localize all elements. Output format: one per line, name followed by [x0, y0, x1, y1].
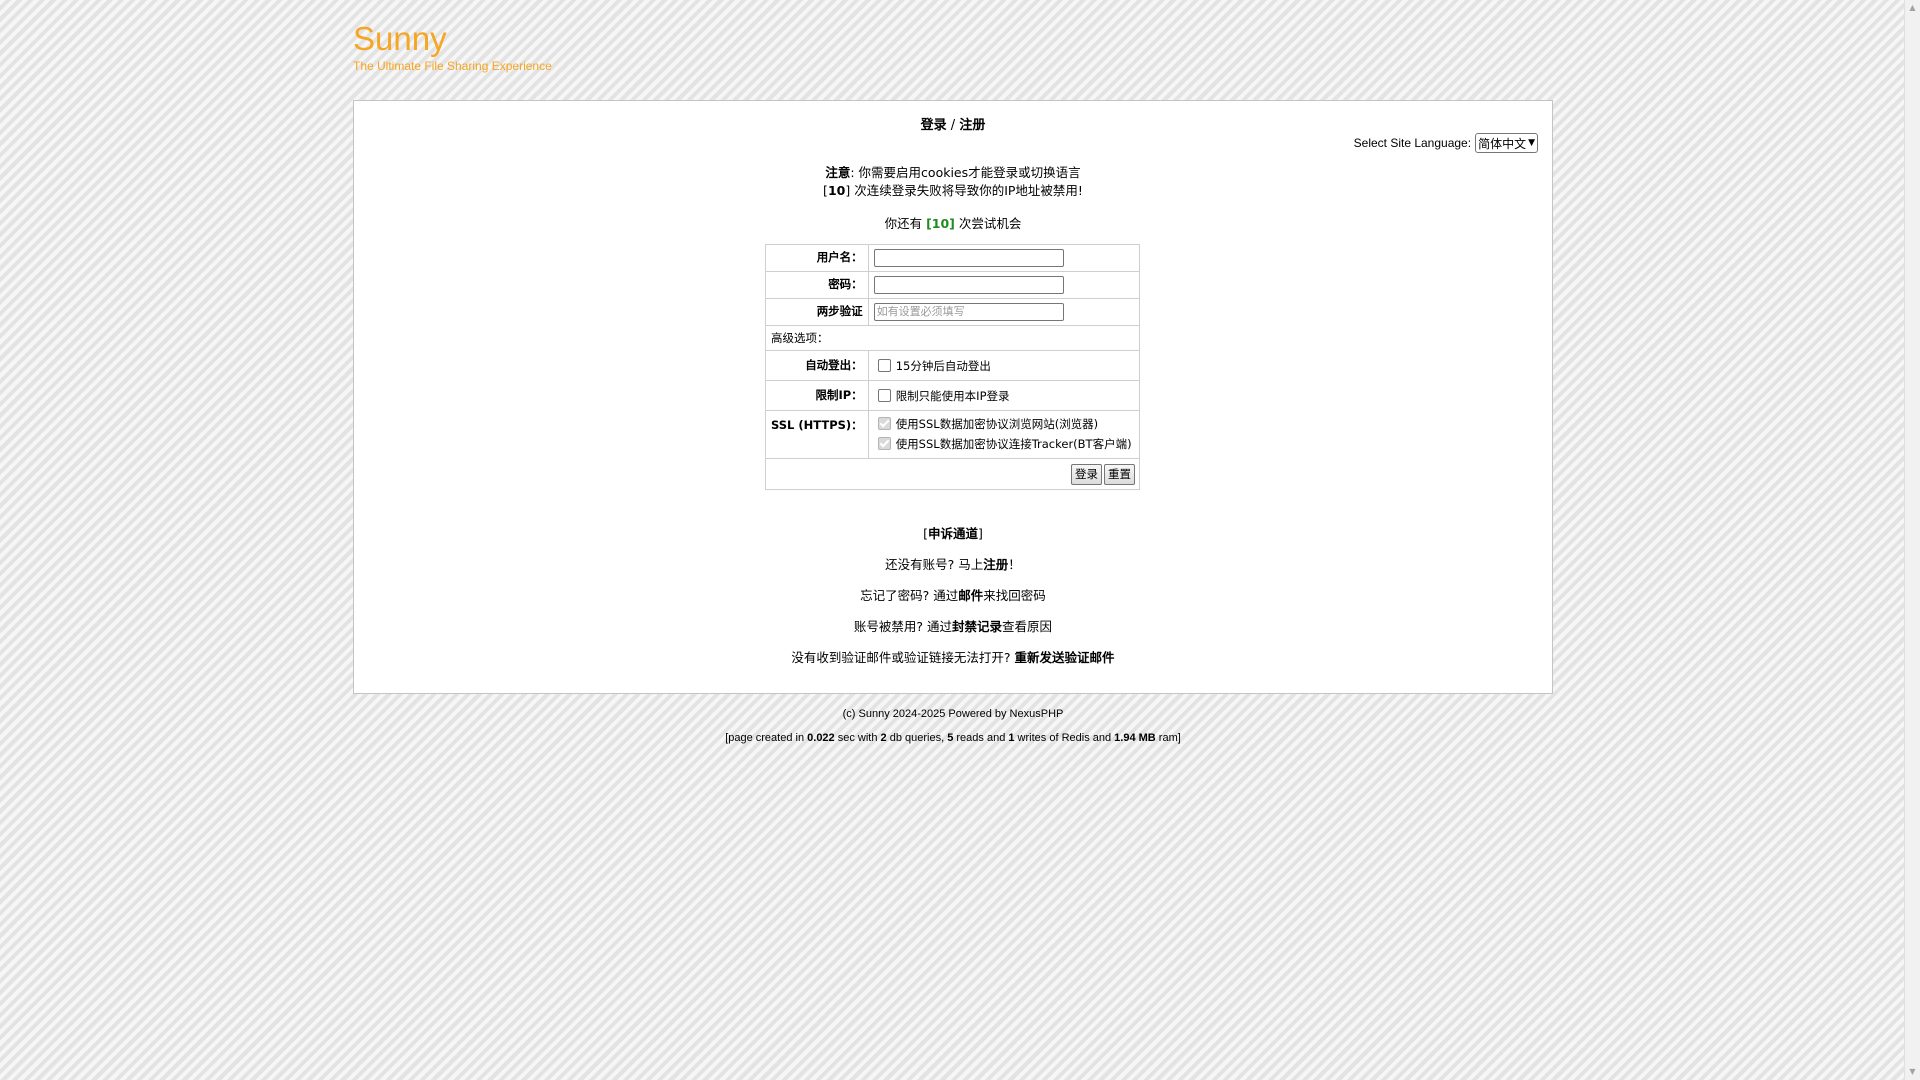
attempts-remaining: 你还有 [10] 次尝试机会	[354, 213, 1552, 232]
password-cell	[867, 271, 1141, 299]
forgot-suffix: 来找回密码	[983, 588, 1046, 603]
advanced-row: 高级选项：	[765, 325, 1140, 351]
forgot-email-link[interactable]: 邮件	[958, 588, 983, 603]
chevron-down-icon: ▼	[1528, 138, 1535, 148]
banned-line: 账号被禁用? 通过封禁记录查看原因	[354, 618, 1552, 636]
resend-email-link[interactable]: 重新发送验证邮件	[1015, 650, 1115, 665]
copyright: (c) Sunny 2024-2025 Powered by NexusPHP	[353, 702, 1553, 726]
ssl-tracker-text: 使用SSL数据加密协议连接Tracker(BT客户端)	[895, 437, 1132, 451]
restrict-ip-cell: 限制只能使用本IP登录	[867, 380, 1141, 411]
site-header: Sunny The Ultimate File Sharing Experien…	[353, 22, 552, 73]
username-label: 用户名：	[765, 244, 869, 272]
login-title: 登录	[920, 118, 947, 133]
appeal-link[interactable]: 申诉通道	[928, 526, 978, 541]
username-cell	[867, 244, 1141, 272]
page-title: 登录 / 注册	[354, 114, 1552, 133]
language-select[interactable]: 简体中文 ▼	[1475, 133, 1538, 153]
vertical-scrollbar[interactable]: ▲ ▼	[1904, 0, 1920, 1080]
no-account-prefix: 还没有账号? 马上	[885, 557, 984, 572]
copyright-text: (c) Sunny 2024-2025 Powered by NexusPHP	[842, 708, 1064, 720]
ssl-browse-text: 使用SSL数据加密协议浏览网站(浏览器)	[895, 417, 1099, 431]
banned-prefix: 账号被禁用? 通过	[853, 619, 953, 634]
stats-t1: sec with	[834, 732, 881, 744]
password-input[interactable]	[873, 276, 1064, 294]
twofa-label: 两步验证	[765, 298, 869, 326]
ssl-tracker-checkbox[interactable]	[877, 437, 891, 450]
forgot-prefix: 忘记了密码? 通过	[860, 588, 959, 603]
stats-t4: writes of Redis and	[1014, 732, 1115, 744]
restrict-ip-label: 限制IP：	[765, 380, 869, 411]
ssl-browse-option: 使用SSL数据加密协议浏览网站(浏览器)	[874, 414, 1134, 435]
language-selected: 简体中文	[1478, 136, 1527, 151]
twofa-cell: 如有设置必须填写	[867, 298, 1141, 326]
remaining-suffix: 次尝试机会	[954, 216, 1022, 231]
register-title: 注册	[959, 118, 986, 133]
forgot-line: 忘记了密码? 通过邮件来找回密码	[354, 587, 1552, 605]
no-account-suffix: ！	[1008, 557, 1021, 572]
login-button[interactable]: 登录	[1071, 464, 1102, 485]
ssl-row: SSL (HTTPS)： 使用SSL数据加密协议浏览网站(浏览器) 使用SSL数…	[765, 410, 1141, 459]
resend-line: 没有收到验证邮件或验证链接无法打开? 重新发送验证邮件	[354, 649, 1552, 667]
fail-count: 10	[827, 183, 846, 198]
button-row: 登录 重置	[765, 458, 1140, 490]
ban-log-link[interactable]: 封禁记录	[952, 619, 1002, 634]
language-label: Select Site Language:	[1353, 136, 1472, 150]
page: Sunny The Ultimate File Sharing Experien…	[0, 0, 1904, 1080]
stats-prefix: [page created in	[725, 732, 808, 744]
register-link[interactable]: 注册	[983, 557, 1008, 572]
cookie-notice: 注意: 你需要启用cookies才能登录或切换语言 [10] 次连续登录失败将导…	[823, 165, 1083, 198]
ssl-tracker-option: 使用SSL数据加密协议连接Tracker(BT客户端)	[874, 434, 1134, 455]
register-line: 还没有账号? 马上注册！	[354, 556, 1552, 574]
reset-button[interactable]: 重置	[1104, 464, 1135, 485]
notice-label: 注意	[825, 165, 851, 180]
restrict-ip-text: 限制只能使用本IP登录	[895, 389, 1010, 403]
language-switcher: Select Site Language: 简体中文 ▼	[1354, 133, 1538, 153]
stats-ram: 1.94 MB	[1114, 732, 1156, 744]
title-separator: /	[946, 118, 960, 133]
stats-time: 0.022	[807, 732, 835, 744]
footer: (c) Sunny 2024-2025 Powered by NexusPHP …	[353, 702, 1553, 750]
no-email-prefix: 没有收到验证邮件或验证链接无法打开?	[791, 650, 1011, 665]
remaining-count: [10]	[926, 216, 955, 231]
stats-t3: reads and	[953, 732, 1009, 744]
restrict-ip-row: 限制IP： 限制只能使用本IP登录	[765, 380, 1141, 411]
fail-text: 次连续登录失败将导致你的IP地址被禁用!	[850, 183, 1083, 198]
ssl-browse-checkbox[interactable]	[877, 417, 891, 430]
scroll-up-icon[interactable]: ▲	[1905, 0, 1920, 16]
stats-t2: db queries,	[886, 732, 948, 744]
notice-text: : 你需要启用cookies才能登录或切换语言	[850, 165, 1081, 180]
appeal-line: [申诉通道]	[923, 526, 983, 541]
autologout-text: 15分钟后自动登出	[895, 359, 991, 373]
autologout-checkbox[interactable]	[877, 359, 891, 372]
autologout-cell: 15分钟后自动登出	[867, 350, 1141, 381]
site-slogan: The Ultimate File Sharing Experience	[353, 59, 552, 73]
stats-t5: ram]	[1155, 732, 1181, 744]
page-stats: [page created in 0.022 sec with 2 db que…	[353, 726, 1553, 750]
login-panel: 登录 / 注册 Select Site Language: 简体中文 ▼ 注意:…	[353, 100, 1553, 694]
scroll-down-icon[interactable]: ▼	[1905, 1064, 1920, 1080]
advanced-label: 高级选项：	[765, 325, 1140, 351]
password-row: 密码：	[765, 271, 1141, 299]
ssl-label: SSL (HTTPS)：	[765, 410, 869, 459]
ssl-cell: 使用SSL数据加密协议浏览网站(浏览器) 使用SSL数据加密协议连接Tracke…	[867, 410, 1141, 459]
button-cell: 登录 重置	[765, 458, 1140, 490]
twofa-input[interactable]: 如有设置必须填写	[873, 303, 1064, 321]
password-label: 密码：	[765, 271, 869, 299]
autologout-row: 自动登出： 15分钟后自动登出	[765, 350, 1141, 381]
remaining-prefix: 你还有	[884, 216, 927, 231]
login-form: 用户名： 密码： 两步验证 如有设置必须填写 高级选项： 自动登出： 15分钟后…	[765, 244, 1141, 490]
twofa-row: 两步验证 如有设置必须填写	[765, 298, 1141, 326]
banned-suffix: 查看原因	[1002, 619, 1053, 634]
help-links: [申诉通道] 还没有账号? 马上注册！ 忘记了密码? 通过邮件来找回密码 账号被…	[354, 525, 1552, 680]
autologout-label: 自动登出：	[765, 350, 869, 381]
site-title[interactable]: Sunny	[353, 22, 552, 55]
restrict-ip-checkbox[interactable]	[877, 389, 891, 402]
username-row: 用户名：	[765, 244, 1141, 272]
username-input[interactable]	[873, 249, 1064, 267]
